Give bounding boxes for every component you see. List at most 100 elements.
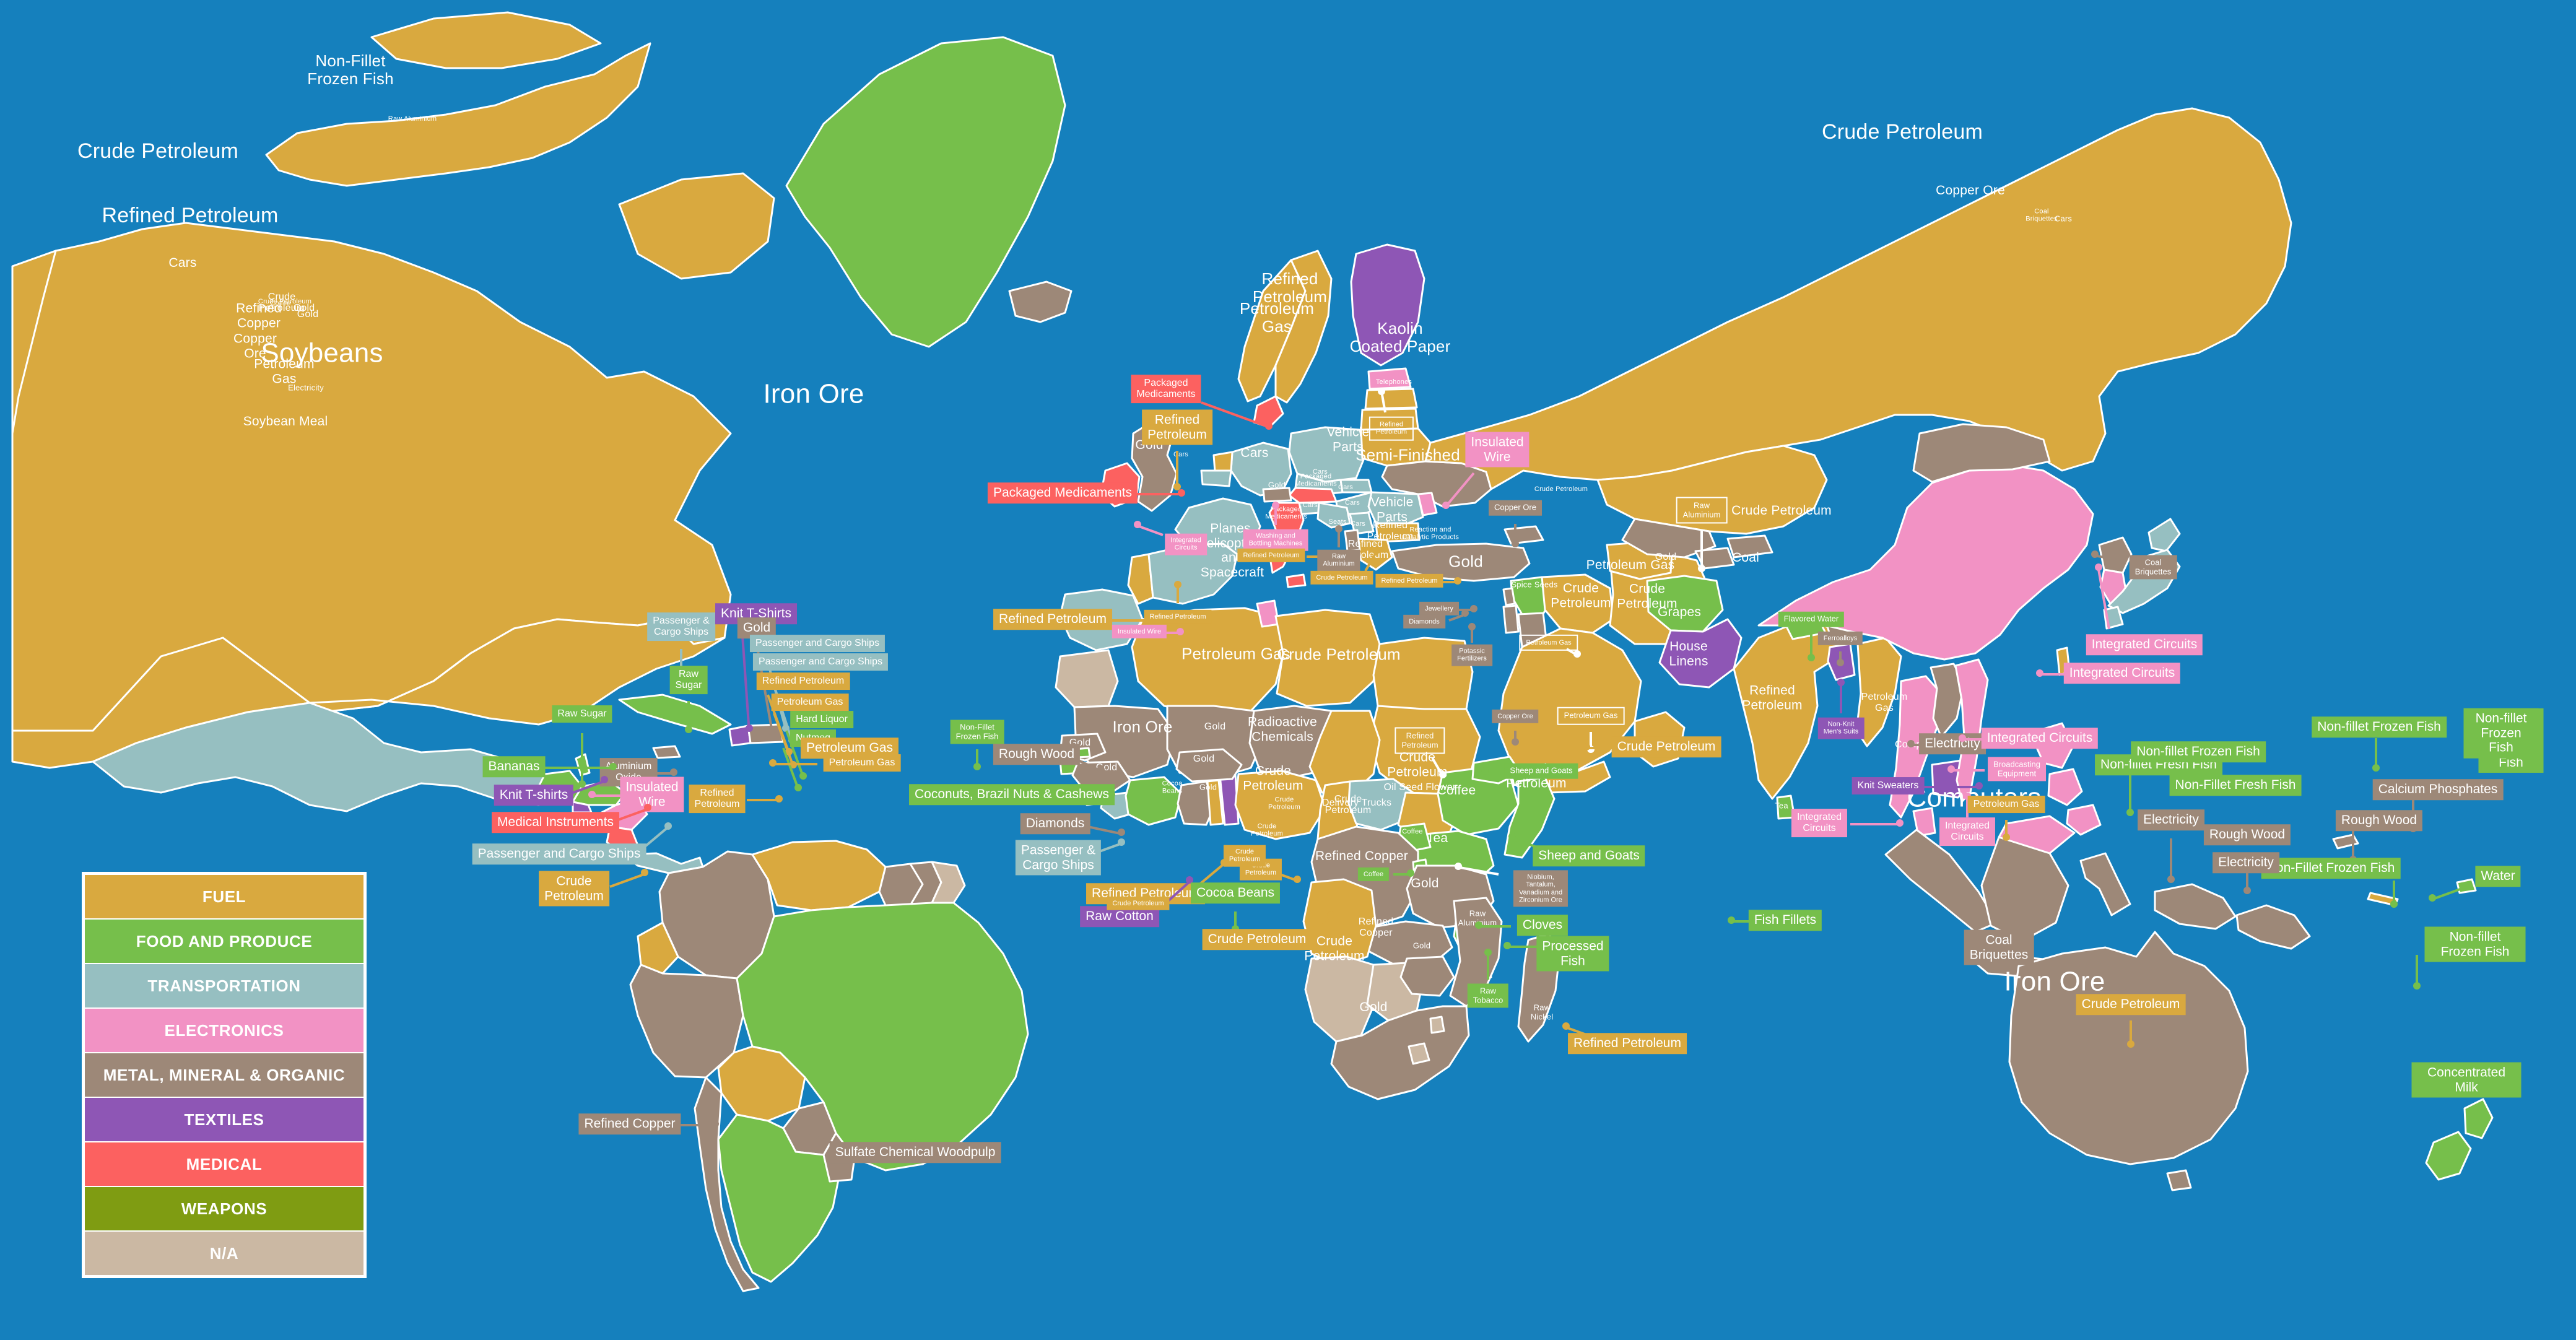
legend-item-weapons[interactable]: WEAPONS xyxy=(85,1187,363,1230)
callout-seychelles-anchor-dot xyxy=(1503,942,1511,949)
legend-item-fuel[interactable]: FUEL xyxy=(85,875,363,918)
callout-maldives-2: Non-fillet Frozen Fish xyxy=(2463,708,2539,759)
callout-bahamas: Passenger & Cargo Ships xyxy=(647,612,715,641)
callout-ireland-anchor-dot xyxy=(1178,489,1185,497)
callout-costarica-anchor-dot xyxy=(644,804,652,812)
callout-grenada-anchor-dot xyxy=(794,783,802,791)
country-poland xyxy=(1288,426,1367,483)
callout-bhutan-anchor-dot xyxy=(1837,659,1844,666)
callout-png-leader-line xyxy=(2170,838,2172,881)
callout-cyprus-anchor-dot xyxy=(1454,577,1461,585)
callout-gabon-anchor-dot xyxy=(1327,911,1335,919)
legend-item-metal-mineral-organic[interactable]: METAL, MINERAL & ORGANIC xyxy=(85,1053,363,1097)
callout-tunisia-2-anchor-dot xyxy=(1177,628,1184,635)
country-russia xyxy=(1424,107,2292,490)
callout-cambodia-anchor-dot xyxy=(1975,782,1983,790)
legend-item-medical[interactable]: MEDICAL xyxy=(85,1142,363,1186)
country-tasmania xyxy=(2166,1169,2192,1191)
country-japan xyxy=(2147,518,2181,552)
callout-netherlands-anchor-dot xyxy=(1173,483,1181,490)
callout-chile-anchor-dot xyxy=(711,1120,719,1128)
callout-georgia: Copper Ore xyxy=(1489,500,1542,516)
country-finland xyxy=(1350,243,1425,367)
callout-philippines-anchor-dot xyxy=(1959,734,1966,742)
legend: FUEL FOOD AND PRODUCE TRANSPORTATION ELECTR… xyxy=(82,872,367,1278)
callout-brunei-anchor-dot xyxy=(2003,833,2010,841)
callout-ireland: Packaged Medicaments xyxy=(987,482,1138,503)
callout-cuba: Raw Sugar xyxy=(669,666,708,694)
callout-bangladesh-leader-line xyxy=(1840,684,1842,713)
legend-item-textiles[interactable]: TEXTILES xyxy=(85,1098,363,1141)
callout-sanmarino-anchor-dot xyxy=(1272,502,1279,509)
callout-maldives-anchor-dot xyxy=(1728,916,1735,924)
callout-sanmarino-leader-line xyxy=(1274,507,1277,525)
callout-panama-anchor-dot xyxy=(664,822,672,830)
country-tunisia xyxy=(1256,599,1280,628)
country-jamaica xyxy=(652,745,681,759)
country-venezuela xyxy=(751,840,887,911)
legend-item-electronics[interactable]: ELECTRONICS xyxy=(85,1009,363,1052)
country-solomon xyxy=(2332,833,2359,850)
legend-item-label: TRANSPORTATION xyxy=(147,976,301,995)
country-switzerland xyxy=(1262,487,1292,503)
callout-stkitts: Passenger and Cargo Ships xyxy=(752,653,889,671)
callout-png: Electricity xyxy=(2138,809,2204,830)
callout-nepal: Flavored Water xyxy=(1778,611,1845,627)
callout-liberia-anchor-dot xyxy=(1117,838,1125,846)
callout-montenegro-anchor-dot xyxy=(1373,546,1380,554)
callout-albania: Raw Aluminium xyxy=(1317,549,1360,572)
callout-belize: Raw Sugar xyxy=(552,705,612,723)
callout-micronesia-leader-line xyxy=(2129,775,2131,814)
callout-ecuador: Crude Petroleum xyxy=(539,871,609,907)
callout-persiangulf-anchor-dot xyxy=(1573,650,1582,658)
callout-comoros: Cloves xyxy=(1516,915,1569,936)
callout-malawi-anchor-dot xyxy=(1484,949,1492,956)
callout-netherlands-leader-line xyxy=(1176,451,1178,488)
callout-fiji-anchor-dot xyxy=(2429,894,2437,902)
callout-dominican-anchor-dot xyxy=(769,730,777,738)
country-iraq xyxy=(1541,573,1614,634)
callout-albania-anchor-dot xyxy=(1335,525,1342,533)
callout-guatemala-leader-line xyxy=(545,767,613,769)
callout-costarica: Medical Instruments xyxy=(492,812,619,833)
callout-ecuador-anchor-dot xyxy=(641,869,649,877)
callout-jordan-anchor-dot xyxy=(1468,623,1476,630)
country-new-zealand-n xyxy=(2463,1098,2494,1139)
country-lebanon xyxy=(1502,587,1516,606)
callout-cambodia-leader-line xyxy=(1923,786,1979,788)
callout-trinidad-leader-line xyxy=(773,763,817,765)
callout-lebanon-anchor-dot xyxy=(1470,605,1477,612)
callout-cambodia: Knit Sweaters xyxy=(1852,777,1925,794)
callout-portugal: Refined Petroleum xyxy=(993,609,1112,630)
country-cuba xyxy=(618,694,732,735)
callout-png-ff: Non-Fillet Fresh Fish xyxy=(2169,775,2302,796)
callout-nicaragua-leader-line xyxy=(592,794,622,797)
callout-brunei: Petroleum Gas xyxy=(1967,796,2045,813)
country-canada-baffin xyxy=(618,172,775,280)
callout-chile: Refined Copper xyxy=(578,1113,681,1134)
legend-item-n-a[interactable]: N/A xyxy=(85,1232,363,1275)
callout-micronesia-anchor-dot xyxy=(2126,809,2134,816)
callout-puertorico-anchor-dot xyxy=(775,795,783,803)
callout-sierraleone-anchor-dot xyxy=(1117,829,1125,837)
callout-vanuatu-rw: Rough Wood xyxy=(2335,810,2423,831)
callout-laos: Electricity xyxy=(1919,733,1986,754)
callout-newcaledonia: Non-fillet Frozen Fish xyxy=(2424,926,2526,962)
callout-israel: Diamonds xyxy=(1403,614,1445,629)
callout-trinidad2: Petroleum Gas xyxy=(800,737,899,759)
legend-item-food-and-produce[interactable]: FOOD AND PRODUCE xyxy=(85,920,363,963)
legend-item-label: METAL, MINERAL & ORGANIC xyxy=(103,1065,346,1084)
legend-item-label: FOOD AND PRODUCE xyxy=(136,931,313,951)
country-indonesia-papua xyxy=(2154,883,2237,930)
country-belgium xyxy=(1200,469,1232,487)
callout-newzealand: Concentrated Milk xyxy=(2411,1062,2522,1098)
callout-north-korea-anchor-dot xyxy=(2091,550,2099,559)
legend-item-transportation[interactable]: TRANSPORTATION xyxy=(85,964,363,1007)
callout-north-korea: Coal Briquettes xyxy=(2129,555,2177,580)
country-north-korea xyxy=(2098,536,2133,574)
country-nigeria xyxy=(1234,770,1326,840)
callout-nigeria-cp: Crude Petroleum xyxy=(1107,896,1170,911)
country-angola xyxy=(1302,878,1377,967)
callout-guineabissau: Coconuts, Brazil Nuts & Cashews xyxy=(909,784,1115,805)
callout-bangladesh-anchor-dot xyxy=(1837,679,1845,686)
